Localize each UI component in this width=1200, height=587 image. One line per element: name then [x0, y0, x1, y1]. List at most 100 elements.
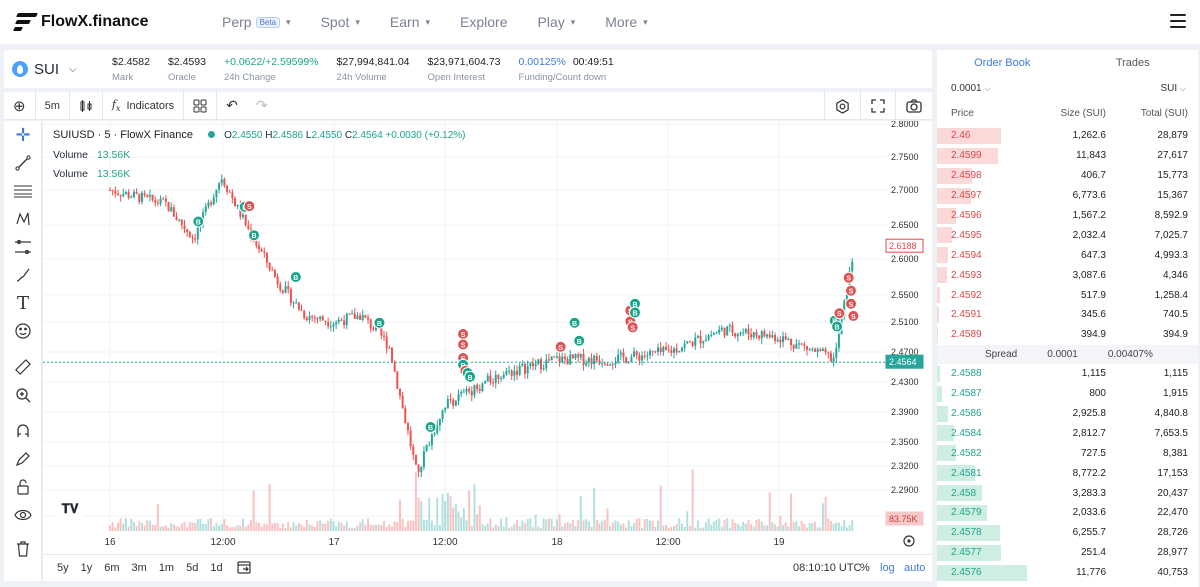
- volume-bar: [649, 520, 652, 531]
- zoom-tool[interactable]: [4, 381, 42, 409]
- unit-select[interactable]: SUI ⌵: [1160, 83, 1186, 94]
- fib-tool[interactable]: [4, 177, 42, 205]
- visibility-tool[interactable]: [4, 501, 42, 529]
- magnet-tool[interactable]: [4, 417, 42, 445]
- bid-row[interactable]: 2.4578 6,255.7 28,726: [937, 523, 1198, 543]
- ask-total: 740.5: [1162, 309, 1188, 321]
- volume-bar: [478, 505, 481, 531]
- draw-mode-tool[interactable]: [4, 445, 42, 473]
- ask-row[interactable]: 2.4596 1,567.2 8,592.9: [937, 206, 1198, 226]
- emoji-tool[interactable]: [4, 317, 42, 345]
- chart-canvas[interactable]: BBSBBBBSSSBSBBSBBSBSSBBBSSSSS 2.80002.75…: [43, 119, 932, 554]
- crosshair-tool[interactable]: ✛: [4, 121, 42, 149]
- range-1y[interactable]: 1y: [81, 562, 93, 574]
- range-1d[interactable]: 1d: [210, 562, 222, 574]
- nav-item-play[interactable]: Play ▾: [538, 14, 576, 30]
- volume-bar: [287, 522, 290, 531]
- volume-bar: [470, 525, 473, 531]
- percent-toggle[interactable]: %: [860, 562, 870, 574]
- candle-body: [774, 335, 777, 342]
- nav-item-more[interactable]: More ▾: [605, 14, 647, 30]
- range-5y[interactable]: 5y: [57, 562, 69, 574]
- price-chart[interactable]: BBSBBBBSSSBSBBSBBSBSSBBBSSSSS 2.80002.75…: [43, 119, 932, 554]
- flowx-logo[interactable]: FlowX.finance: [13, 13, 184, 31]
- bid-size: 2,925.8: [1072, 408, 1106, 420]
- menu-button[interactable]: [1150, 0, 1200, 44]
- market-selector[interactable]: SUI ⌵: [12, 61, 112, 78]
- tab-trades[interactable]: Trades: [1068, 50, 1199, 76]
- bid-row[interactable]: 2.4577 251.4 28,977: [937, 543, 1198, 563]
- range-3m[interactable]: 3m: [132, 562, 147, 574]
- trendline-tool[interactable]: [4, 149, 42, 177]
- volume-bar: [784, 522, 787, 531]
- redo-button[interactable]: ↷: [247, 92, 277, 120]
- marker-letter: B: [251, 233, 256, 240]
- volume-bar: [375, 524, 378, 531]
- bid-row[interactable]: 2.4584 2,812.7 7,653.5: [937, 423, 1198, 443]
- bid-row[interactable]: 2.4588 1,115 1,115: [937, 364, 1198, 384]
- ask-row[interactable]: 2.4591 345.6 740.5: [937, 305, 1198, 325]
- pattern-tool[interactable]: [4, 205, 42, 233]
- auto-toggle[interactable]: auto: [904, 562, 925, 574]
- ask-row[interactable]: 2.46 1,262.6 28,879: [937, 126, 1198, 146]
- calendar-icon: [236, 560, 251, 574]
- candle-body: [643, 355, 646, 357]
- volume-bar: [295, 525, 298, 531]
- fullscreen-button[interactable]: [860, 92, 895, 120]
- layouts-button[interactable]: [184, 91, 218, 120]
- lock-tool[interactable]: [4, 473, 42, 501]
- bid-row[interactable]: 2.4582 727.5 8,381: [937, 443, 1198, 463]
- candle-body: [638, 355, 641, 361]
- ask-row[interactable]: 2.4599 11,843 27,617: [937, 146, 1198, 166]
- delete-tool[interactable]: [4, 535, 42, 563]
- bid-row[interactable]: 2.458 3,283.3 20,437: [937, 483, 1198, 503]
- candle-body: [821, 349, 824, 351]
- brush-tool[interactable]: [4, 261, 42, 289]
- ruler-tool[interactable]: [4, 353, 42, 381]
- bid-row[interactable]: 2.4576 11,776 40,753: [937, 563, 1198, 583]
- candle-body: [210, 202, 213, 205]
- candle-body: [321, 316, 324, 321]
- nav-item-spot[interactable]: Spot ▾: [321, 14, 360, 30]
- date-range-icon[interactable]: [236, 560, 251, 577]
- bid-row[interactable]: 2.4586 2,925.8 4,840.8: [937, 404, 1198, 424]
- ask-row[interactable]: 2.4592 517.9 1,258.4: [937, 285, 1198, 305]
- range-5d[interactable]: 5d: [186, 562, 198, 574]
- nav-item-explore[interactable]: Explore: [460, 14, 507, 30]
- candle-body: [430, 434, 433, 446]
- tick-size-select[interactable]: 0.0001 ⌵: [951, 83, 990, 94]
- nav-item-earn[interactable]: Earn ▾: [390, 14, 430, 30]
- sell-marker: S: [626, 321, 639, 334]
- volume-bar: [156, 504, 159, 531]
- interval-button[interactable]: 5m: [36, 91, 70, 120]
- volume-bar: [172, 524, 175, 531]
- ask-row[interactable]: 2.4593 3,087.6 4,346: [937, 265, 1198, 285]
- log-toggle[interactable]: log: [880, 562, 895, 574]
- nav-item-perp[interactable]: Perp Beta ▾: [222, 14, 291, 30]
- indicators-button[interactable]: fx Indicators: [103, 91, 185, 120]
- screenshot-button[interactable]: [895, 92, 932, 120]
- candle-body: [805, 346, 808, 350]
- settings-button[interactable]: [824, 92, 860, 120]
- volume-bar: [484, 525, 487, 531]
- bid-row[interactable]: 2.4579 2,033.6 22,470: [937, 503, 1198, 523]
- volume-bar: [736, 523, 739, 531]
- tab-order-book[interactable]: Order Book: [937, 50, 1068, 76]
- ask-row[interactable]: 2.4595 2,032.4 7,025.7: [937, 225, 1198, 245]
- range-6m[interactable]: 6m: [104, 562, 119, 574]
- chart-type-button[interactable]: [70, 91, 103, 120]
- text-tool[interactable]: T: [4, 289, 42, 317]
- ask-row[interactable]: 2.4598 406.7 15,773: [937, 166, 1198, 186]
- ask-row[interactable]: 2.4597 6,773.6 15,367: [937, 186, 1198, 206]
- ask-row[interactable]: 2.4589 394.9 394.9: [937, 325, 1198, 345]
- forecast-tool[interactable]: [4, 233, 42, 261]
- undo-button[interactable]: ↶: [217, 92, 247, 120]
- volume-bar: [723, 520, 726, 531]
- add-symbol-button[interactable]: ⊕: [4, 91, 36, 120]
- utc-clock[interactable]: 08:10:10 UTC: [793, 562, 861, 574]
- ask-row[interactable]: 2.4594 647.3 4,993.3: [937, 245, 1198, 265]
- volume-bar: [574, 525, 577, 531]
- bid-row[interactable]: 2.4581 8,772.2 17,153: [937, 463, 1198, 483]
- range-1m[interactable]: 1m: [159, 562, 174, 574]
- bid-row[interactable]: 2.4587 800 1,915: [937, 384, 1198, 404]
